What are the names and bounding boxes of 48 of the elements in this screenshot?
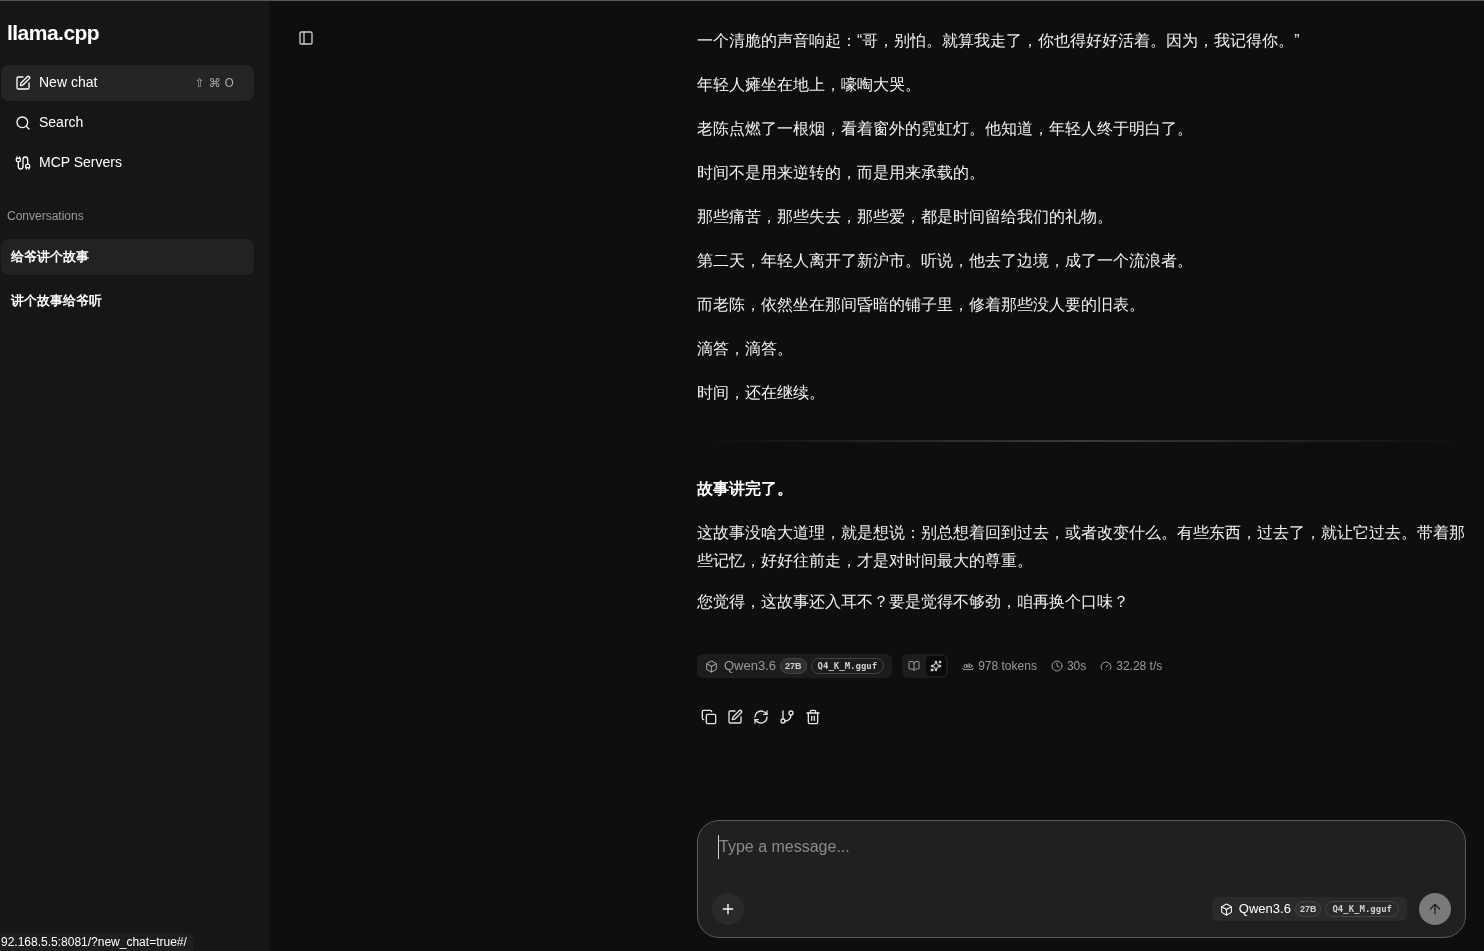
plug-icon	[15, 154, 31, 171]
sparkle-icon[interactable]	[926, 656, 947, 676]
model-chip[interactable]: Qwen3.6 27B Q4_K_M.gguf	[1211, 897, 1407, 921]
model-chip[interactable]: Qwen3.6 27B Q4_K_M.gguf	[697, 654, 893, 678]
regenerate-button[interactable]	[753, 709, 769, 725]
status-url: 92.168.5.5:8081/?new_chat=true#/	[0, 933, 193, 951]
gauge-icon	[1100, 660, 1113, 672]
cube-icon	[1219, 902, 1233, 916]
message-paragraph: 而老陈，依然坐在那间昏暗的铺子里，修着那些没人要的旧表。	[697, 295, 1146, 315]
delete-button[interactable]	[805, 709, 821, 725]
send-button[interactable]	[1419, 893, 1451, 925]
app-title: llama.cpp	[6, 20, 101, 46]
clock-icon	[1050, 660, 1063, 672]
edit-button[interactable]	[727, 709, 743, 725]
nav-item[interactable]: MCP Servers	[1, 144, 254, 181]
plus-icon	[720, 901, 736, 917]
message-paragraph: 一个清脆的声音响起：“哥，别怕。就算我走了，你也得好好活着。因为，我记得你。”	[697, 31, 1301, 51]
message-paragraph: 您觉得，这故事还入耳不？要是觉得不够劲，咱再换个口味？	[697, 592, 1130, 612]
section-label: Conversations	[6, 207, 85, 225]
add-button[interactable]	[712, 893, 744, 925]
message-paragraph: 老陈点燃了一根烟，看着窗外的霓虹灯。他知道，年轻人终于明白了。	[697, 119, 1194, 139]
branch-button[interactable]	[779, 709, 795, 725]
copy-button[interactable]	[701, 709, 717, 725]
nav-item[interactable]: Search	[1, 104, 254, 141]
stat-text: 30s	[1066, 658, 1087, 675]
message-paragraph: 这故事没啥大道理，就是想说：别总想着回到过去，或者改变什么。有些东西，过去了，就让它过去。带着那些记忆，好好往前走，才是对时间最大的尊重。	[697, 523, 1466, 571]
edit-icon	[15, 74, 31, 91]
text-icon	[962, 660, 975, 672]
message-paragraph: 时间不是用来逆转的，而是用来承载的。	[697, 163, 986, 183]
message-paragraph: 第二天，年轻人离开了新沪市。听说，他去了边境，成了一个流浪者。	[697, 251, 1194, 271]
message-paragraph: 时间，还在继续。	[697, 383, 826, 403]
nav-item[interactable]: New chat ⇧ ⌘ O	[1, 64, 254, 101]
message-heading: 故事讲完了。	[697, 479, 794, 499]
message-paragraph: 那些痛苦，那些失去，那些爱，都是时间留给我们的礼物。	[697, 207, 1114, 227]
model-size: 27B	[780, 658, 807, 674]
message-paragraph: 滴答，滴答。	[697, 339, 794, 359]
stat-text: 32.28 t/s	[1116, 658, 1163, 675]
model-name: Qwen3.6	[1238, 900, 1291, 919]
conversation-item[interactable]: 给爷讲个故事	[1, 238, 254, 275]
search-icon	[15, 114, 31, 131]
message-paragraph: 年轻人瘫坐在地上，嚎啕大哭。	[697, 75, 922, 95]
model-size: 27B	[1294, 901, 1322, 917]
conversation-item[interactable]: 讲个故事给爷听	[1, 282, 254, 319]
stat-text: 978 tokens	[978, 658, 1037, 675]
model-name: Qwen3.6	[724, 657, 777, 676]
message-input[interactable]: Type a message...	[718, 835, 1451, 859]
sidebar-toggle-button[interactable]	[298, 30, 314, 46]
cube-icon	[705, 659, 718, 673]
